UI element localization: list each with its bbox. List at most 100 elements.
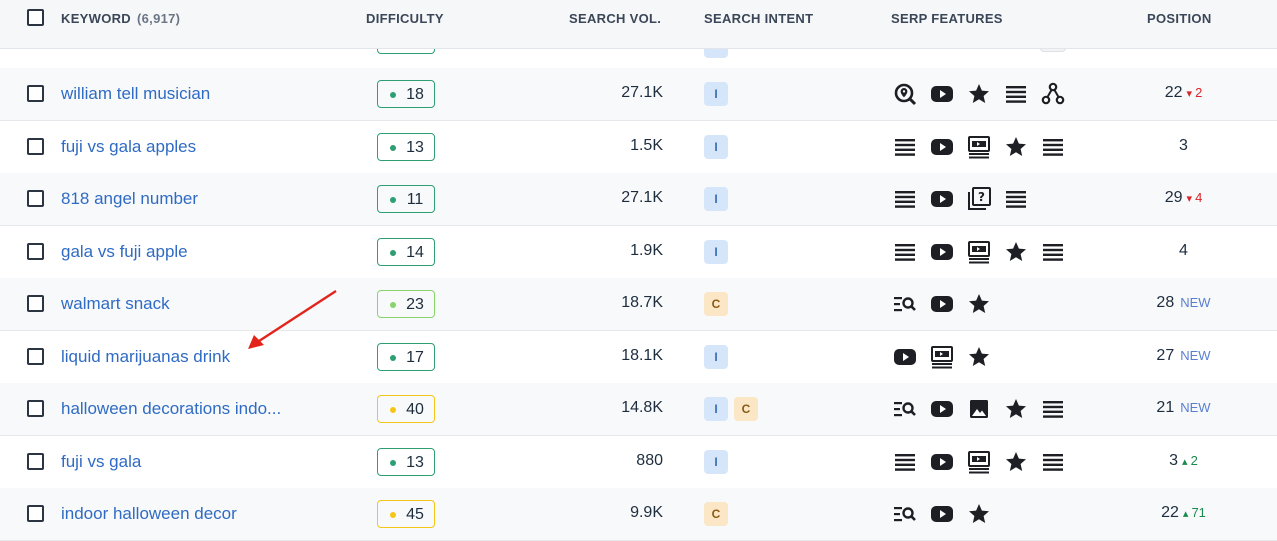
row-checkbox[interactable] bbox=[27, 137, 44, 155]
star-icon[interactable] bbox=[1004, 397, 1028, 421]
list-icon[interactable] bbox=[1041, 450, 1065, 474]
list-icon[interactable] bbox=[893, 450, 917, 474]
intent-badge[interactable]: I bbox=[704, 397, 728, 421]
list-icon[interactable] bbox=[1004, 187, 1028, 211]
serp-features bbox=[893, 397, 1078, 421]
keyword-column-header[interactable]: KEYWORD (6,917) bbox=[61, 0, 180, 48]
position-change: ▴ 71 bbox=[1183, 505, 1206, 520]
related-search-icon[interactable] bbox=[893, 397, 917, 421]
video-icon[interactable] bbox=[930, 82, 954, 106]
related-search-icon[interactable] bbox=[893, 502, 917, 526]
star-icon[interactable] bbox=[967, 345, 991, 369]
keyword-link[interactable]: 818 angel number bbox=[61, 189, 198, 209]
star-icon[interactable] bbox=[967, 292, 991, 316]
position-cell: 4 bbox=[1090, 242, 1277, 260]
position-value: 21 bbox=[1156, 399, 1175, 416]
intent-badge[interactable]: C bbox=[704, 502, 728, 526]
row-checkbox[interactable] bbox=[27, 295, 44, 312]
list-icon[interactable] bbox=[1041, 240, 1065, 264]
intent-badge[interactable]: I bbox=[704, 239, 728, 264]
video-icon[interactable] bbox=[930, 502, 954, 526]
keyword-link[interactable]: fuji vs gala apples bbox=[61, 137, 196, 157]
search-volume: 9.9K bbox=[630, 504, 663, 521]
intent-badge[interactable]: I bbox=[704, 134, 728, 159]
position-change: ▴ 2 bbox=[1182, 453, 1198, 468]
star-icon[interactable] bbox=[1004, 135, 1028, 159]
position-cell: 3 ▴ 2 bbox=[1090, 452, 1277, 470]
row-checkbox[interactable] bbox=[27, 242, 44, 260]
difficulty-value: 23 bbox=[406, 296, 424, 313]
table-row: walmart snack 23 18.7K C 28 NEW bbox=[0, 278, 1277, 331]
row-checkbox[interactable] bbox=[27, 505, 44, 522]
row-checkbox[interactable] bbox=[27, 85, 44, 102]
list-icon[interactable] bbox=[1041, 135, 1065, 159]
table-row: fuji vs gala apples 13 1.5K I 3 bbox=[0, 120, 1277, 174]
row-checkbox[interactable] bbox=[27, 452, 44, 470]
video-icon[interactable] bbox=[893, 345, 917, 369]
video-carousel-icon[interactable] bbox=[967, 450, 991, 474]
row-checkbox[interactable] bbox=[27, 347, 44, 365]
difficulty-value: 14 bbox=[406, 243, 424, 261]
video-icon[interactable] bbox=[930, 135, 954, 159]
serp-column-header[interactable]: SERP FEATURES bbox=[891, 0, 1003, 48]
keyword-link[interactable]: indoor halloween decor bbox=[61, 504, 237, 524]
star-icon[interactable] bbox=[967, 82, 991, 106]
volume-column-header[interactable]: SEARCH VOL. bbox=[569, 0, 661, 48]
position-value: 22 bbox=[1164, 84, 1183, 101]
video-carousel-icon[interactable] bbox=[967, 135, 991, 159]
intent-badge[interactable]: I bbox=[704, 82, 728, 106]
local-search-icon[interactable] bbox=[893, 82, 917, 106]
video-icon[interactable] bbox=[930, 397, 954, 421]
keyword-link[interactable]: walmart snack bbox=[61, 294, 170, 314]
difficulty-badge: 40 bbox=[377, 395, 435, 423]
faq-icon[interactable]: ? bbox=[967, 187, 991, 211]
star-icon[interactable] bbox=[1004, 450, 1028, 474]
intent-badge[interactable]: I bbox=[704, 187, 728, 211]
image-icon[interactable] bbox=[967, 397, 991, 421]
difficulty-value: 11 bbox=[406, 191, 424, 208]
video-carousel-icon[interactable] bbox=[930, 345, 954, 369]
list-icon[interactable] bbox=[1041, 397, 1065, 421]
star-icon[interactable] bbox=[967, 502, 991, 526]
list-icon[interactable] bbox=[893, 187, 917, 211]
video-carousel-icon[interactable] bbox=[967, 240, 991, 264]
position-change-value: 4 bbox=[1195, 190, 1203, 205]
search-volume: 1.9K bbox=[630, 241, 663, 259]
difficulty-value: 13 bbox=[406, 453, 424, 471]
select-all-checkbox[interactable] bbox=[27, 9, 44, 26]
search-volume: 27.1K bbox=[621, 84, 663, 101]
video-icon[interactable] bbox=[930, 450, 954, 474]
intent-badge[interactable]: C bbox=[704, 292, 728, 316]
intent-badge[interactable]: I bbox=[704, 449, 728, 474]
related-search-icon[interactable] bbox=[893, 292, 917, 316]
list-icon[interactable] bbox=[893, 240, 917, 264]
keyword-link[interactable]: william tell musician bbox=[61, 84, 210, 104]
video-icon[interactable] bbox=[930, 240, 954, 264]
position-column-header[interactable]: POSITION bbox=[1147, 0, 1212, 48]
difficulty-column-header[interactable]: DIFFICULTY bbox=[366, 0, 444, 48]
difficulty-badge: 13 bbox=[377, 132, 435, 161]
video-icon[interactable] bbox=[930, 292, 954, 316]
list-icon[interactable] bbox=[1004, 82, 1028, 106]
row-checkbox[interactable] bbox=[27, 190, 44, 207]
row-checkbox[interactable] bbox=[27, 400, 44, 417]
keyword-link[interactable]: liquid marijuanas drink bbox=[61, 347, 230, 367]
list-icon[interactable] bbox=[893, 135, 917, 159]
keyword-link[interactable]: halloween decorations indo... bbox=[61, 399, 281, 419]
table-row: indoor halloween decor 45 9.9K C 22 ▴ 71 bbox=[0, 488, 1277, 541]
intent-badge[interactable]: C bbox=[734, 397, 758, 421]
keyword-link[interactable]: fuji vs gala bbox=[61, 452, 141, 472]
position-value: 28 bbox=[1156, 294, 1175, 311]
serp-features bbox=[893, 135, 1078, 159]
keyword-link[interactable]: gala vs fuji apple bbox=[61, 242, 188, 262]
star-icon[interactable] bbox=[1004, 240, 1028, 264]
table-row: william tell musician 18 27.1K I 22 ▾ 2 bbox=[0, 68, 1277, 121]
table-row: liquid marijuanas drink 17 18.1K I 27 NEW bbox=[0, 330, 1277, 384]
video-icon[interactable] bbox=[930, 187, 954, 211]
knowledge-graph-icon[interactable] bbox=[1041, 82, 1065, 106]
difficulty-badge: 45 bbox=[377, 500, 435, 528]
intent-badge[interactable]: I bbox=[704, 344, 728, 369]
position-cell: 29 ▾ 4 bbox=[1090, 189, 1277, 207]
difficulty-badge: 18 bbox=[377, 80, 435, 108]
intent-column-header[interactable]: SEARCH INTENT bbox=[704, 0, 813, 48]
